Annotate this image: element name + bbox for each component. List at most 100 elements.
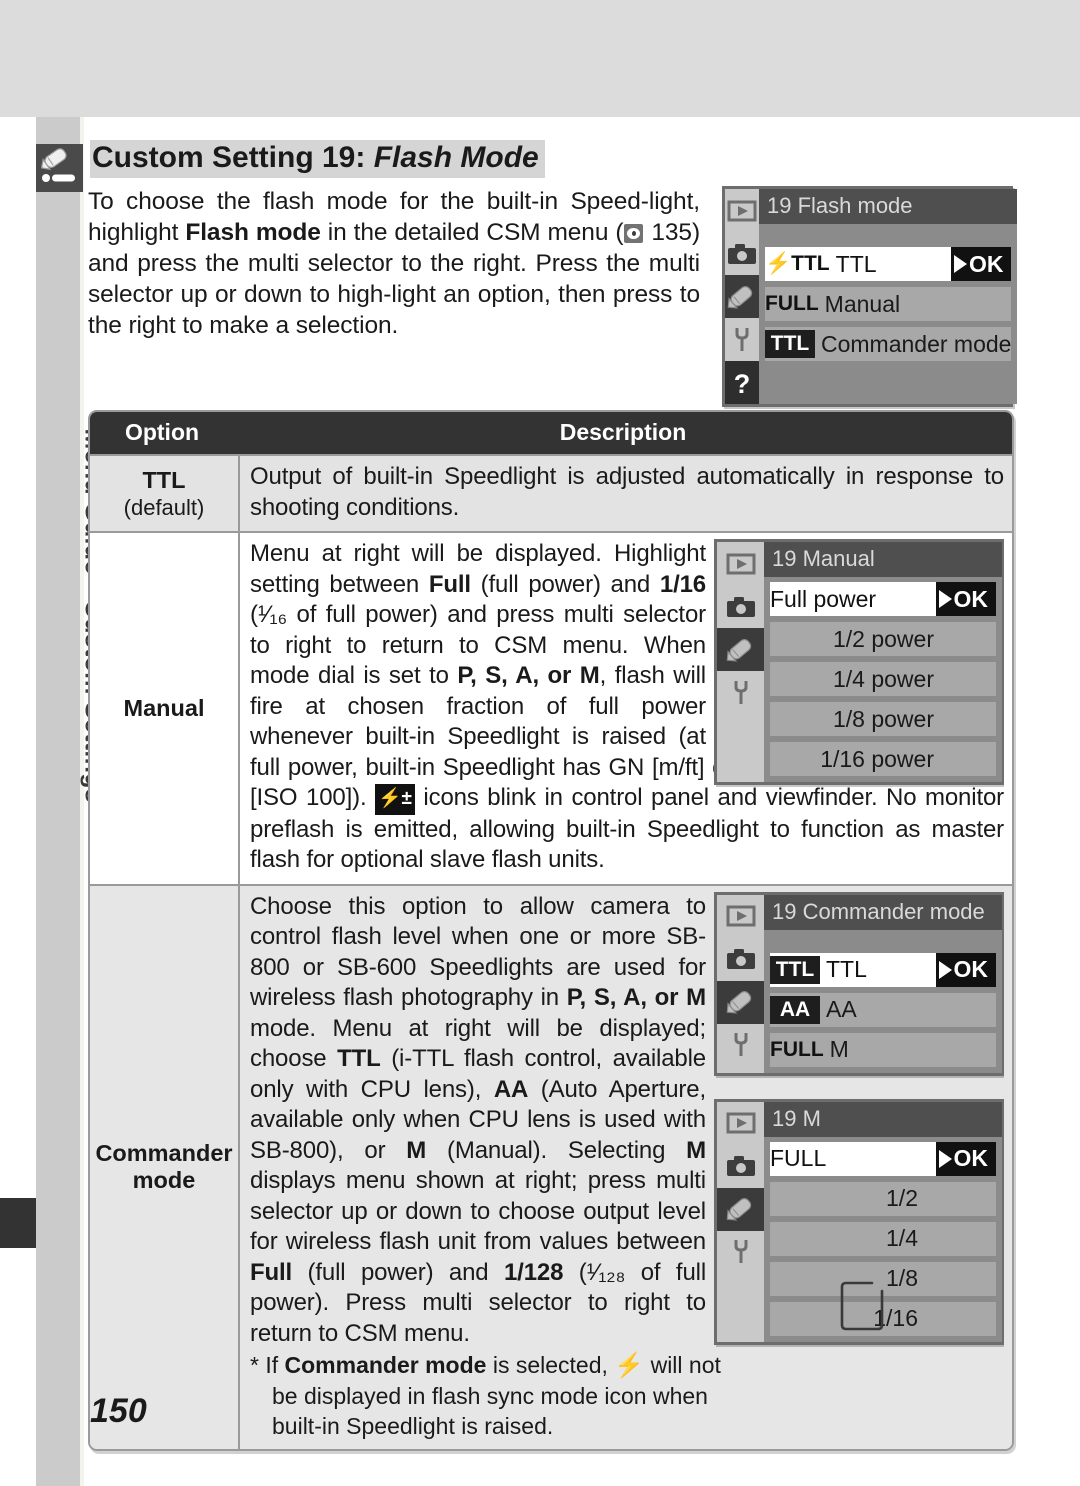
lcd-item-manual[interactable]: FULL Manual [765,287,1012,321]
desc-bold-m: M [406,1136,427,1164]
option-name-line2: mode [132,1167,196,1194]
desc-bold-modes: P, S, A, or M [457,662,600,689]
ok-label: OK [953,956,989,982]
lcd-item-label: 1/8 [886,1265,918,1291]
camera-icon[interactable] [717,1145,764,1188]
lcd-item-aa[interactable]: AA AA [770,992,996,1027]
lcd-item-full[interactable]: FULL OK [770,1141,996,1176]
lcd-item-label: 1/4 power [832,665,934,692]
desc-part-g: (full power) and [292,1258,504,1286]
lcd-item-label: 1/8 power [832,705,934,732]
sidebar-label-wrap: Menu Guide—Custom Settings [36,200,108,900]
lcd-manual-power-menu: 19 Manual Full power OK 1/2 power 1/4 po… [714,539,1004,785]
ok-indicator: OK [935,952,996,987]
right-arrow-icon [953,255,967,273]
lcd-item-quarter[interactable]: 1/4 [770,1221,996,1256]
lcd-item-label: TTL [826,956,867,982]
lcd-rail: ? [725,189,759,404]
lcd-item-eighth-power[interactable]: 1/8 power [770,702,996,736]
lcd-item-list: Full power OK 1/2 power 1/4 power 1/8 po… [764,577,1002,782]
description-cell-commander-mode: 19 Commander mode TTL TTL OK AA AA FULL … [240,886,1012,1450]
desc-part-f: displays menu shown at right; press mult… [250,1167,706,1255]
pencil-icon[interactable] [725,275,759,318]
playback-icon[interactable] [717,1102,764,1145]
lcd-item-label: 1/16 power [820,745,934,772]
playback-icon[interactable] [725,189,759,232]
right-arrow-icon [938,960,952,979]
decorative-bracket-icon [840,1281,884,1331]
ok-label: OK [968,250,1004,277]
desc-bold-full: Full [250,1258,293,1286]
lcd-item-list: ⚡TTL TTL OK FULL Manual TTL Commander mo… [759,224,1018,404]
lcd-item-ttl[interactable]: TTL TTL OK [770,952,996,987]
footnote-bold-commander-mode: Commander mode [284,1352,487,1378]
ok-label: OK [953,585,989,612]
pencil-icon[interactable] [717,1187,764,1231]
page-title: Custom Setting 19: Flash Mode [90,140,545,178]
lcd-flash-mode-menu: ? 19 Flash mode ⚡TTL TTL OK FULL Manual … [722,186,1018,407]
wrench-icon[interactable] [717,1231,764,1274]
lcd-item-label: TTL [835,250,877,277]
camera-icon[interactable] [725,232,759,275]
lcd-title: 19 Flash mode [759,189,1018,224]
lcd-item-m[interactable]: FULL M [770,1032,996,1067]
lcd-item-label: AA [826,996,857,1022]
table-header-option: Option [124,419,200,445]
ok-indicator: OK [935,1141,996,1176]
wrench-icon[interactable] [717,671,764,714]
description-cell-ttl: Output of built-in Speedlight is adjuste… [240,456,1012,531]
ttl-badge-icon: TTL [765,330,815,358]
description-cell-manual: 19 Manual Full power OK 1/2 power 1/4 po… [240,533,1012,884]
lcd-item-sixteenth-power[interactable]: 1/16 power [770,742,996,776]
flash-ttl-badge-icon: ⚡TTL [765,252,830,275]
lcd-item-label: Full power [770,585,877,612]
lcd-item-label: 1/4 [886,1225,918,1251]
wrench-icon[interactable] [725,318,759,361]
camera-icon[interactable] [717,938,764,981]
lcd-item-label: FULL [770,1145,827,1171]
table-header-row: Option Description [90,412,1012,454]
playback-icon[interactable] [717,542,764,585]
lcd-item-half[interactable]: 1/2 [770,1181,996,1216]
lcd-item-quarter-power[interactable]: 1/4 power [770,662,996,696]
help-icon[interactable]: ? [725,361,759,404]
lcd-title: 19 Manual [764,542,1002,577]
table-header-description: Description [559,419,687,445]
lcd-item-commander-mode[interactable]: TTL Commander mode [765,327,1012,361]
lcd-item-ttl[interactable]: ⚡TTL TTL OK [765,247,1012,281]
pencil-icon[interactable] [717,628,764,671]
lcd-item-label: Commander mode [821,330,1012,357]
footnote-line3: built-in Speedlight is raised. [272,1413,554,1439]
camera-icon[interactable] [717,585,764,628]
footnote-part-a: is selected, [486,1352,615,1378]
option-name: Manual [123,694,205,721]
wrench-icon[interactable] [717,1024,764,1067]
aa-badge-icon: AA [770,995,820,1024]
desc-bold-aa: AA [493,1075,529,1103]
lcd-spacer [765,229,1012,241]
lcd-item-half-power[interactable]: 1/2 power [770,622,996,656]
page-title-italic: Flash Mode [373,141,539,174]
desc-bold-ttl: TTL [337,1045,381,1072]
full-badge-icon: FULL [765,292,819,315]
book-reference-icon [624,224,644,243]
pencil-icon[interactable] [717,980,764,1024]
table-row: TTL (default) Output of built-in Speedli… [90,454,1012,531]
right-arrow-icon [938,1149,952,1168]
footnote-line2: be displayed in flash sync mode icon whe… [272,1383,708,1409]
lcd-item-list: TTL TTL OK AA AA FULL M [764,929,1002,1073]
page-edge-tab [0,1198,36,1248]
intro-text-part2: in the detailed CSM menu ( [320,219,624,246]
option-cell-ttl: TTL (default) [90,456,240,531]
svg-text:?: ? [734,369,751,398]
lcd-item-full-power[interactable]: Full power OK [770,582,996,616]
page-title-prefix: Custom Setting 19: [92,141,374,174]
desc-bold-m2: M [686,1136,706,1164]
lcd-rail [717,1101,764,1342]
desc-bold-modes: P, S, A, or M [566,984,706,1011]
playback-icon[interactable] [717,895,764,938]
flash-bolt-icon: ⚡ [614,1352,645,1379]
footnote-part-b: will not [644,1352,721,1378]
chapter-tab-custom-settings [36,144,83,192]
ttl-badge-icon: TTL [770,955,820,984]
